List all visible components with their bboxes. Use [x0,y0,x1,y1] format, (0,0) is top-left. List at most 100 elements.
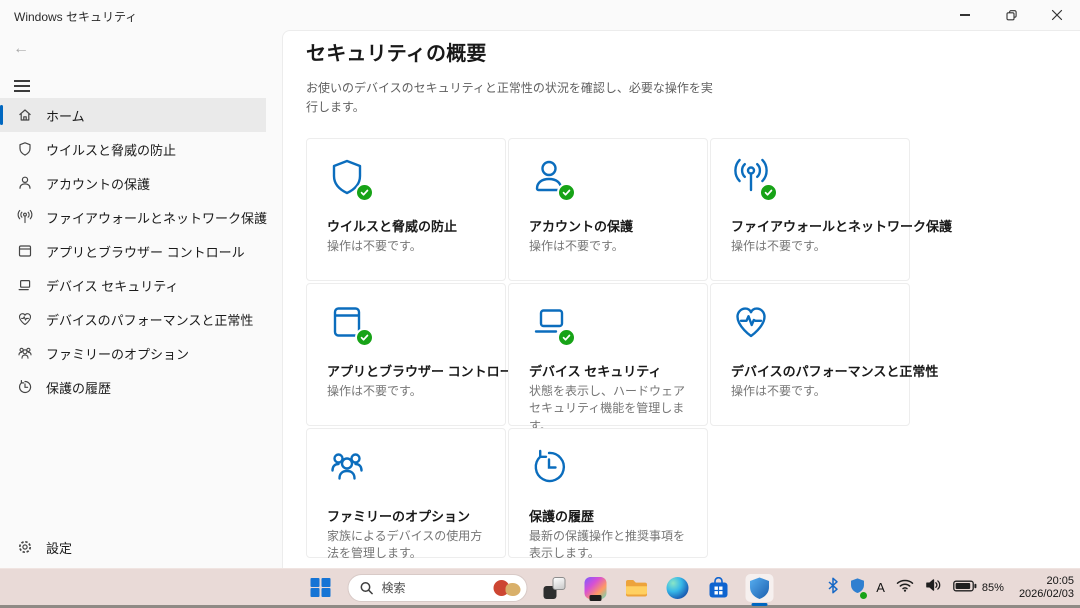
close-button[interactable] [1034,0,1080,30]
sidebar-item-label: デバイスのパフォーマンスと正常性 [46,310,253,329]
status-ok-badge [759,183,778,202]
card-title: アプリとブラウザー コントロール [327,361,485,380]
card-family-options[interactable]: ファミリーのオプション 家族によるデバイスの使用方法を管理します。 [306,428,506,558]
protection-history-icon [529,447,569,487]
firewall-network-icon [17,209,33,225]
sidebar: ← ホーム ウイルスと脅威の防止 アカウントの保護 ファイアウォールとネットワー… [0,30,282,568]
card-description: 家族によるデバイスの使用方法を管理します。 [327,528,485,563]
minimize-button[interactable] [942,0,988,30]
card-protection-history[interactable]: 保護の履歴 最新の保護操作と推奨事項を表示します。 [508,428,708,558]
home-icon [17,107,33,123]
settings-gear-icon [17,539,33,555]
protection-history-icon [17,379,33,395]
card-description: 操作は不要です。 [731,383,889,400]
sidebar-item-label: ファミリーのオプション [46,344,189,363]
volume-tray-icon[interactable] [925,578,942,597]
windows-logo-icon [311,578,331,598]
card-title: ファミリーのオプション [327,506,485,525]
restore-button[interactable] [988,0,1034,30]
taskbar-copilot-button[interactable] [582,574,610,602]
sidebar-item-settings[interactable]: 設定 [0,530,266,564]
sidebar-item-firewall-network[interactable]: ファイアウォールとネットワーク保護 [0,200,266,234]
status-ok-badge [557,183,576,202]
clock-date: 2026/02/03 [1019,588,1074,601]
ime-mode-indicator[interactable]: A [876,580,885,595]
taskbar-store-button[interactable] [705,574,733,602]
card-description: 操作は不要です。 [529,238,687,255]
app-browser-icon [17,243,33,259]
taskbar-file-explorer-button[interactable] [623,574,651,602]
performance-health-icon [731,302,771,342]
card-device-security[interactable]: デバイス セキュリティ 状態を表示し、ハードウェア セキュリティ機能を管理します… [508,283,708,426]
taskbar-clock[interactable]: 20:05 2026/02/03 [1019,575,1074,601]
card-title: 保護の履歴 [529,506,687,525]
sidebar-item-device-security[interactable]: デバイス セキュリティ [0,268,266,302]
beans-emoji-icon [506,583,521,596]
card-app-browser-control[interactable]: アプリとブラウザー コントロール 操作は不要です。 [306,283,506,426]
sidebar-item-app-browser-control[interactable]: アプリとブラウザー コントロール [0,234,266,268]
card-virus-threat-protection[interactable]: ウイルスと脅威の防止 操作は不要です。 [306,138,506,281]
sidebar-item-virus-threat-protection[interactable]: ウイルスと脅威の防止 [0,132,266,166]
card-firewall-network-protection[interactable]: ファイアウォールとネットワーク保護 操作は不要です。 [710,138,910,281]
search-highlight-art [494,580,521,596]
wifi-tray-icon[interactable] [896,578,914,597]
minimize-icon [960,14,970,15]
sidebar-item-label: デバイス セキュリティ [46,276,178,295]
main-content: セキュリティの概要 お使いのデバイスのセキュリティと正常性の状況を確認し、必要な… [282,30,1080,568]
page-subtitle: お使いのデバイスのセキュリティと正常性の状況を確認し、必要な操作を実 行します。 [306,79,1080,116]
card-description: 操作は不要です。 [327,383,485,400]
family-options-icon [17,345,33,361]
security-tray-icon[interactable] [850,577,865,599]
sidebar-item-label: 保護の履歴 [46,378,111,397]
sidebar-item-label: ウイルスと脅威の防止 [46,140,176,159]
taskbar-task-view-button[interactable] [541,574,569,602]
menu-button[interactable] [12,74,40,98]
device-security-icon [17,277,33,293]
card-title: デバイス セキュリティ [529,361,687,380]
sidebar-item-label: アカウントの保護 [46,174,150,193]
microsoft-store-icon [708,577,730,599]
tray-security-ok-dot [859,591,868,600]
window-title: Windows セキュリティ [14,8,137,25]
copilot-icon [585,577,607,599]
security-card-grid: ウイルスと脅威の防止 操作は不要です。 アカウントの保護 操作は不要です。 ファ… [306,138,910,558]
title-bar: Windows セキュリティ [0,0,1080,30]
sidebar-item-home[interactable]: ホーム [0,98,266,132]
system-tray: A 85% 20:05 2026/02/03 [827,569,1074,606]
restore-icon [1005,9,1018,22]
family-options-icon [327,447,367,487]
card-title: ウイルスと脅威の防止 [327,216,485,235]
card-title: アカウントの保護 [529,216,687,235]
taskbar: 検索 A [0,568,1080,608]
sidebar-item-label: 設定 [46,538,72,557]
taskbar-search-box[interactable]: 検索 [348,574,528,602]
bluetooth-tray-icon[interactable] [827,577,839,599]
battery-tray-icon[interactable] [953,579,977,597]
sidebar-item-account-protection[interactable]: アカウントの保護 [0,166,266,200]
back-button[interactable]: ← [13,40,29,58]
virus-shield-icon [17,141,33,157]
sidebar-item-label: ファイアウォールとネットワーク保護 [46,208,267,227]
card-account-protection[interactable]: アカウントの保護 操作は不要です。 [508,138,708,281]
sidebar-item-performance-health[interactable]: デバイスのパフォーマンスと正常性 [0,302,266,336]
edge-icon [667,577,689,599]
sidebar-item-family-options[interactable]: ファミリーのオプション [0,336,266,370]
battery-percent: 85% [982,582,1004,594]
account-icon [17,175,33,191]
taskbar-edge-button[interactable] [664,574,692,602]
sidebar-item-protection-history[interactable]: 保護の履歴 [0,370,266,404]
clock-time: 20:05 [1019,575,1074,588]
performance-health-icon [17,311,33,327]
taskbar-start-button[interactable] [307,574,335,602]
card-description: 操作は不要です。 [327,238,485,255]
card-device-performance-health[interactable]: デバイスのパフォーマンスと正常性 操作は不要です。 [710,283,910,426]
windows-security-shield-icon [749,576,771,600]
sidebar-item-label: ホーム [46,106,85,125]
search-icon [360,581,374,595]
status-ok-badge [557,328,576,347]
file-explorer-icon [625,578,649,598]
status-ok-badge [355,183,374,202]
taskbar-windows-security-button[interactable] [746,574,774,602]
page-title: セキュリティの概要 [306,37,1080,66]
search-placeholder: 検索 [382,579,406,596]
